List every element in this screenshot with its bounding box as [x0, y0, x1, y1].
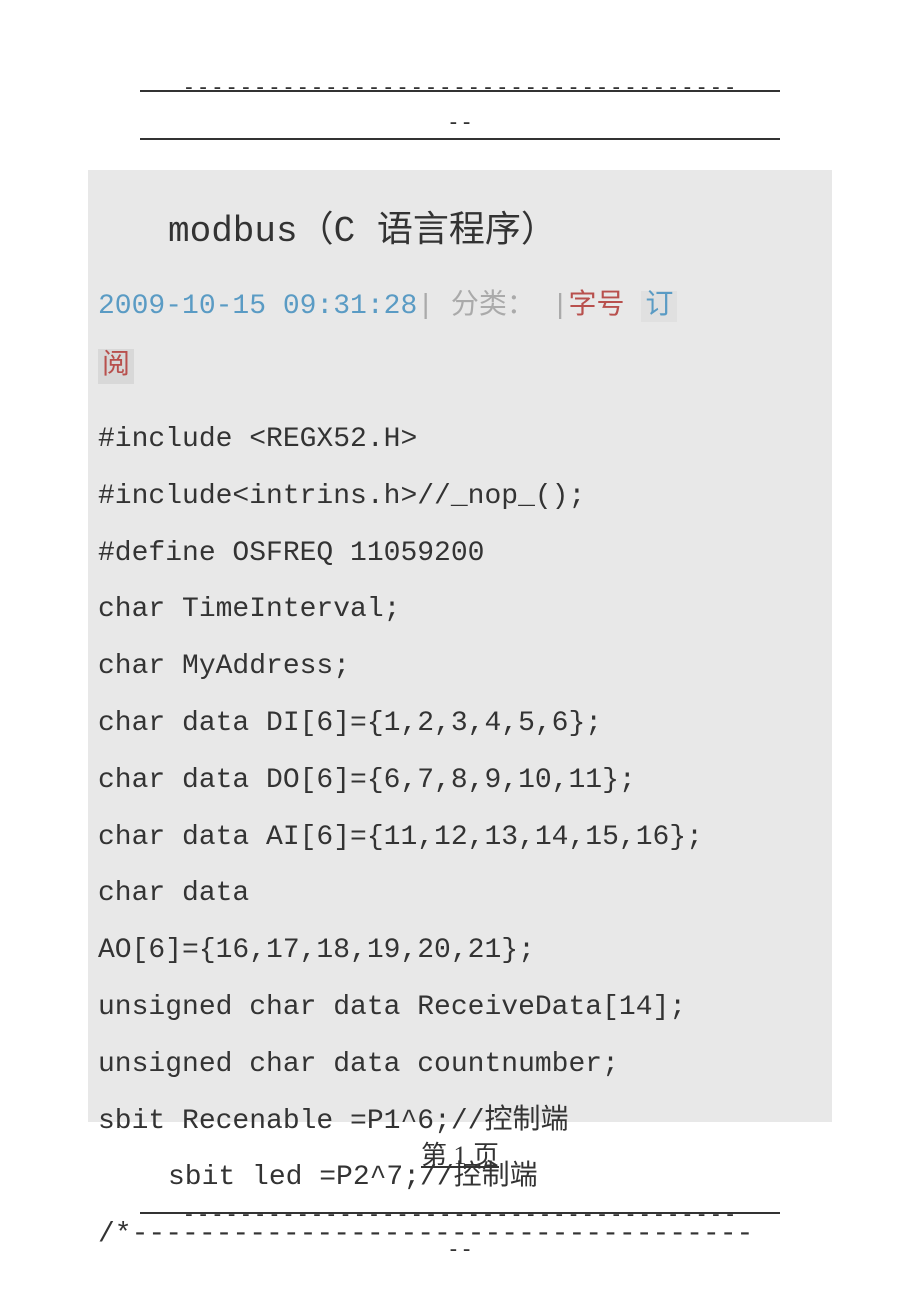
document-content: modbus（C 语言程序） 2009-10-15 09:31:28| 分类： …: [88, 170, 832, 1122]
document-meta: 2009-10-15 09:31:28| 分类： |字号 订: [88, 282, 832, 342]
meta-font-label[interactable]: 字号: [569, 291, 625, 322]
meta-pipe2: |: [552, 291, 569, 322]
top-separator-mid-line: [140, 138, 780, 140]
top-separator-mid: --: [447, 110, 474, 135]
code-line-6: char data DI[6]={1,2,3,4,5,6};: [88, 696, 832, 753]
code-line-9: char data: [88, 866, 832, 923]
code-line-10: AO[6]={16,17,18,19,20,21};: [88, 923, 832, 980]
code-line-12: unsigned char data countnumber;: [88, 1037, 832, 1094]
meta-read-label[interactable]: 阅: [98, 349, 134, 384]
document-meta-read: 阅: [88, 342, 832, 402]
code-line-5: char MyAddress;: [88, 639, 832, 696]
code-line-3: #define OSFREQ 11059200: [88, 526, 832, 583]
meta-pipe1: |: [417, 291, 434, 322]
top-separator-underline: [140, 90, 780, 92]
meta-subscribe[interactable]: 订: [641, 291, 677, 322]
bottom-separator-mid: --: [447, 1237, 474, 1262]
meta-date: 2009-10-15 09:31:28: [98, 291, 417, 322]
code-line-2: #include<intrins.h>//_nop_();: [88, 469, 832, 526]
page-number: 第 1 页: [421, 1135, 499, 1172]
code-line-11: unsigned char data ReceiveData[14];: [88, 980, 832, 1037]
bottom-separator-dashes: ---------------------------------------: [140, 1202, 780, 1227]
document-title: modbus（C 语言程序）: [88, 190, 832, 282]
code-line-7: char data DO[6]={6,7,8,9,10,11};: [88, 753, 832, 810]
code-line-8: char data AI[6]={11,12,13,14,15,16};: [88, 810, 832, 867]
meta-category-label: 分类：: [451, 291, 535, 322]
code-line-4: char TimeInterval;: [88, 582, 832, 639]
top-separator-dashes: ---------------------------------------: [140, 75, 780, 100]
bottom-separator-underline: [140, 1212, 780, 1214]
code-line-1: #include <REGX52.H>: [88, 412, 832, 469]
